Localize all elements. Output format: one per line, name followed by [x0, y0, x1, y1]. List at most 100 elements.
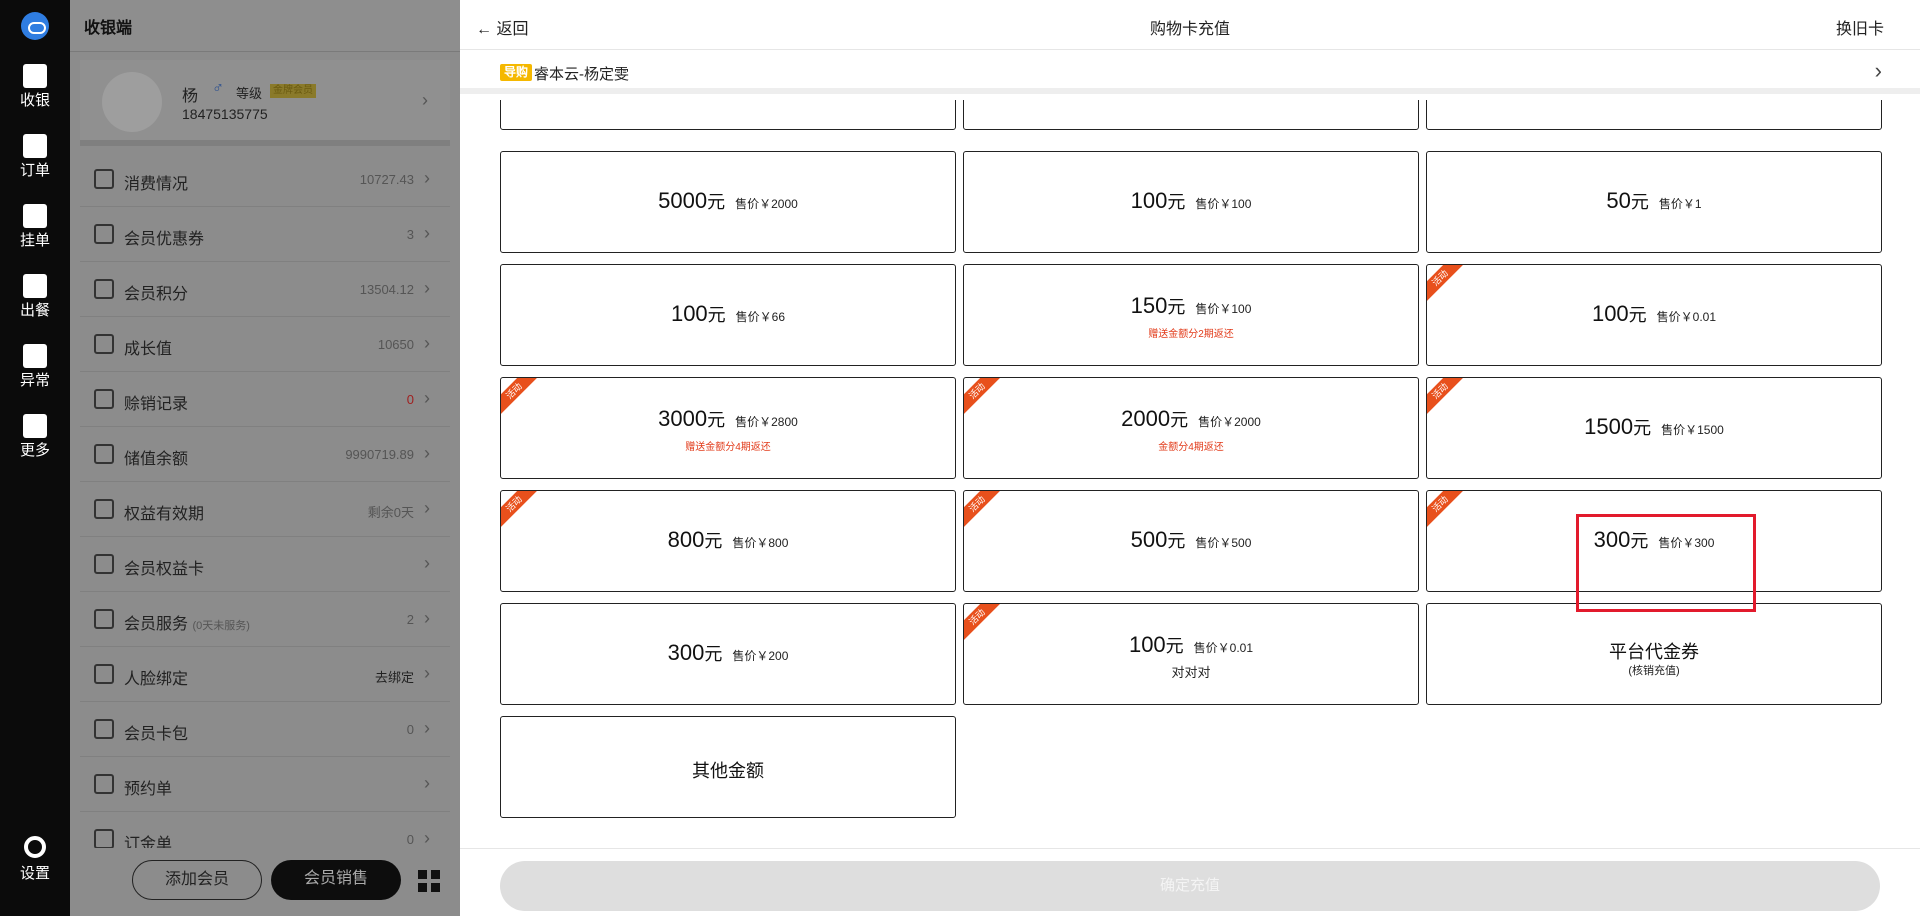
card-amount: 100 — [670, 301, 708, 326]
card-price: 售价￥0.01 — [1193, 641, 1254, 655]
recharge-card[interactable]: 300元 售价￥200 — [500, 603, 956, 705]
gender-male-icon: ♂ — [212, 80, 224, 97]
row-label-text: 会员服务 — [124, 616, 189, 633]
row-stored-balance[interactable]: 储值余额 9990719.89 › — [80, 427, 450, 482]
clipboard-icon — [94, 774, 114, 794]
recharge-card[interactable]: 150元 售价￥100 赠送金额分2期返还 — [963, 264, 1419, 366]
recharge-card[interactable]: 50元 售价￥1 — [1426, 151, 1882, 253]
recharge-card[interactable]: 活动 300元 售价￥300 — [1426, 490, 1882, 592]
row-benefit-validity[interactable]: 权益有效期 剩余0天 › — [80, 482, 450, 537]
nav-exceptions[interactable]: 异常 — [0, 344, 70, 404]
member-sale-button[interactable]: 会员销售 — [271, 860, 401, 900]
member-bottom-bar: 添加会员 会员销售 — [70, 848, 460, 916]
card-amount: 2000 — [1121, 406, 1171, 431]
nav-cashier-label: 收银 — [19, 92, 50, 109]
card-unit: 元 — [1630, 531, 1649, 551]
nav-settings[interactable]: 设置 — [0, 836, 70, 883]
row-label: 人脸绑定 — [124, 671, 189, 688]
card-price: 售价￥300 — [1658, 536, 1715, 550]
row-value: 3 — [406, 227, 414, 242]
wallet-icon — [94, 444, 114, 464]
row-card-wallet[interactable]: 会员卡包 0 › — [80, 702, 450, 757]
card-amount: 5000 — [658, 188, 708, 213]
member-phone: 18475135775 — [182, 106, 268, 122]
card-amount: 100 — [1128, 632, 1166, 657]
drawer-footer: 确定充值 — [460, 848, 1920, 916]
other-amount-label: 其他金额 — [692, 761, 764, 781]
platform-voucher-card[interactable]: 平台代金券 (核销充值) — [1426, 603, 1882, 705]
recharge-card-partial[interactable] — [1426, 100, 1882, 130]
card-price: 售价￥500 — [1195, 536, 1252, 550]
row-label: 赊销记录 — [124, 396, 189, 413]
row-reservations[interactable]: 预约单 › — [80, 757, 450, 812]
row-value: 0 — [406, 392, 414, 407]
member-level-badge: 金牌会员 — [270, 84, 316, 98]
row-value: 13504.12 — [359, 282, 414, 297]
card-wallet-icon — [94, 719, 114, 739]
receipt-icon — [94, 169, 114, 189]
row-growth[interactable]: 成长值 10650 › — [80, 317, 450, 372]
credit-record-icon — [94, 389, 114, 409]
recharge-card[interactable]: 活动 3000元 售价￥2800 赠送金额分4期返还 — [500, 377, 956, 479]
swap-old-card-button[interactable]: 换旧卡 — [1836, 15, 1884, 39]
card-main: 150元 售价￥100 — [964, 293, 1418, 319]
guide-name: 睿本云-杨定雯 — [534, 66, 629, 83]
recharge-card-partial[interactable] — [963, 100, 1419, 130]
row-coupons[interactable]: 会员优惠券 3 › — [80, 207, 450, 262]
row-label: 预约单 — [124, 781, 173, 798]
points-icon — [94, 279, 114, 299]
apps-grid-icon[interactable] — [418, 870, 440, 892]
recharge-card[interactable]: 100元 售价￥100 — [963, 151, 1419, 253]
row-credit-records[interactable]: 赊销记录 0 › — [80, 372, 450, 427]
confirm-recharge-button[interactable]: 确定充值 — [500, 861, 1880, 911]
card-bonus-note: 赠送金额分4期返还 — [685, 442, 771, 453]
row-face-binding[interactable]: 人脸绑定 去绑定 › — [80, 647, 450, 702]
card-price: 售价￥100 — [1195, 197, 1252, 211]
recharge-card[interactable]: 活动 2000元 售价￥2000 金额分4期返还 — [963, 377, 1419, 479]
platform-voucher-title: 平台代金券 — [1609, 642, 1699, 662]
card-unit: 元 — [1170, 410, 1189, 430]
member-profile-card[interactable]: 杨 ♂ 等级 金牌会员 18475135775 › — [80, 60, 450, 146]
chevron-right-icon: › — [424, 608, 430, 628]
app-logo-icon — [21, 12, 49, 40]
growth-icon — [94, 334, 114, 354]
recharge-card[interactable]: 活动 800元 售价￥800 — [500, 490, 956, 592]
card-main: 500元 售价￥500 — [964, 527, 1418, 553]
card-main: 2000元 售价￥2000 — [964, 406, 1418, 432]
row-value: 10727.43 — [359, 172, 414, 187]
nav-hold-orders[interactable]: 挂单 — [0, 204, 70, 264]
recharge-card[interactable]: 活动 1500元 售价￥1500 — [1426, 377, 1882, 479]
card-bonus-note: 金额分4期返还 — [1158, 442, 1224, 453]
add-member-button[interactable]: 添加会员 — [132, 860, 262, 900]
other-amount-card[interactable]: 其他金额 — [500, 716, 956, 818]
nav-orders[interactable]: 订单 — [0, 134, 70, 194]
award-icon — [94, 499, 114, 519]
recharge-card-partial[interactable] — [500, 100, 956, 130]
serve-bell-icon — [23, 274, 47, 298]
row-consumption[interactable]: 消费情况 10727.43 › — [80, 152, 450, 207]
card-amount: 300 — [667, 640, 705, 665]
guide-tag-badge: 导购 — [500, 64, 533, 81]
row-points[interactable]: 会员积分 13504.12 › — [80, 262, 450, 317]
member-panel: 收银端 杨 ♂ 等级 金牌会员 18475135775 › 消费情况 10727.… — [70, 0, 460, 916]
recharge-card[interactable]: 100元 售价￥66 — [500, 264, 956, 366]
card-price: 售价￥66 — [735, 310, 786, 324]
nav-more-label: 更多 — [19, 442, 50, 459]
row-member-service[interactable]: 会员服务 (0天未服务) 2 › — [80, 592, 450, 647]
row-benefit-card[interactable]: 会员权益卡 › — [80, 537, 450, 592]
chevron-right-icon: › — [422, 90, 428, 110]
shopping-guide-row[interactable]: 导购 睿本云-杨定雯 › — [460, 50, 1920, 94]
card-amount: 50 — [1606, 188, 1631, 213]
recharge-card[interactable]: 活动 100元 售价￥0.01 对对对 — [963, 603, 1419, 705]
nav-orders-label: 订单 — [19, 162, 50, 179]
recharge-card[interactable]: 5000元 售价￥2000 — [500, 151, 956, 253]
row-label: 储值余额 — [124, 451, 189, 468]
recharge-card[interactable]: 活动 100元 售价￥0.01 — [1426, 264, 1882, 366]
recharge-card[interactable]: 活动 500元 售价￥500 — [963, 490, 1419, 592]
deposit-icon — [94, 829, 114, 849]
row-label: 会员卡包 — [124, 726, 189, 743]
nav-cashier[interactable]: 收银 — [0, 64, 70, 124]
nav-serve[interactable]: 出餐 — [0, 274, 70, 334]
nav-more[interactable]: 更多 — [0, 414, 70, 474]
card-price: 售价￥200 — [732, 649, 789, 663]
